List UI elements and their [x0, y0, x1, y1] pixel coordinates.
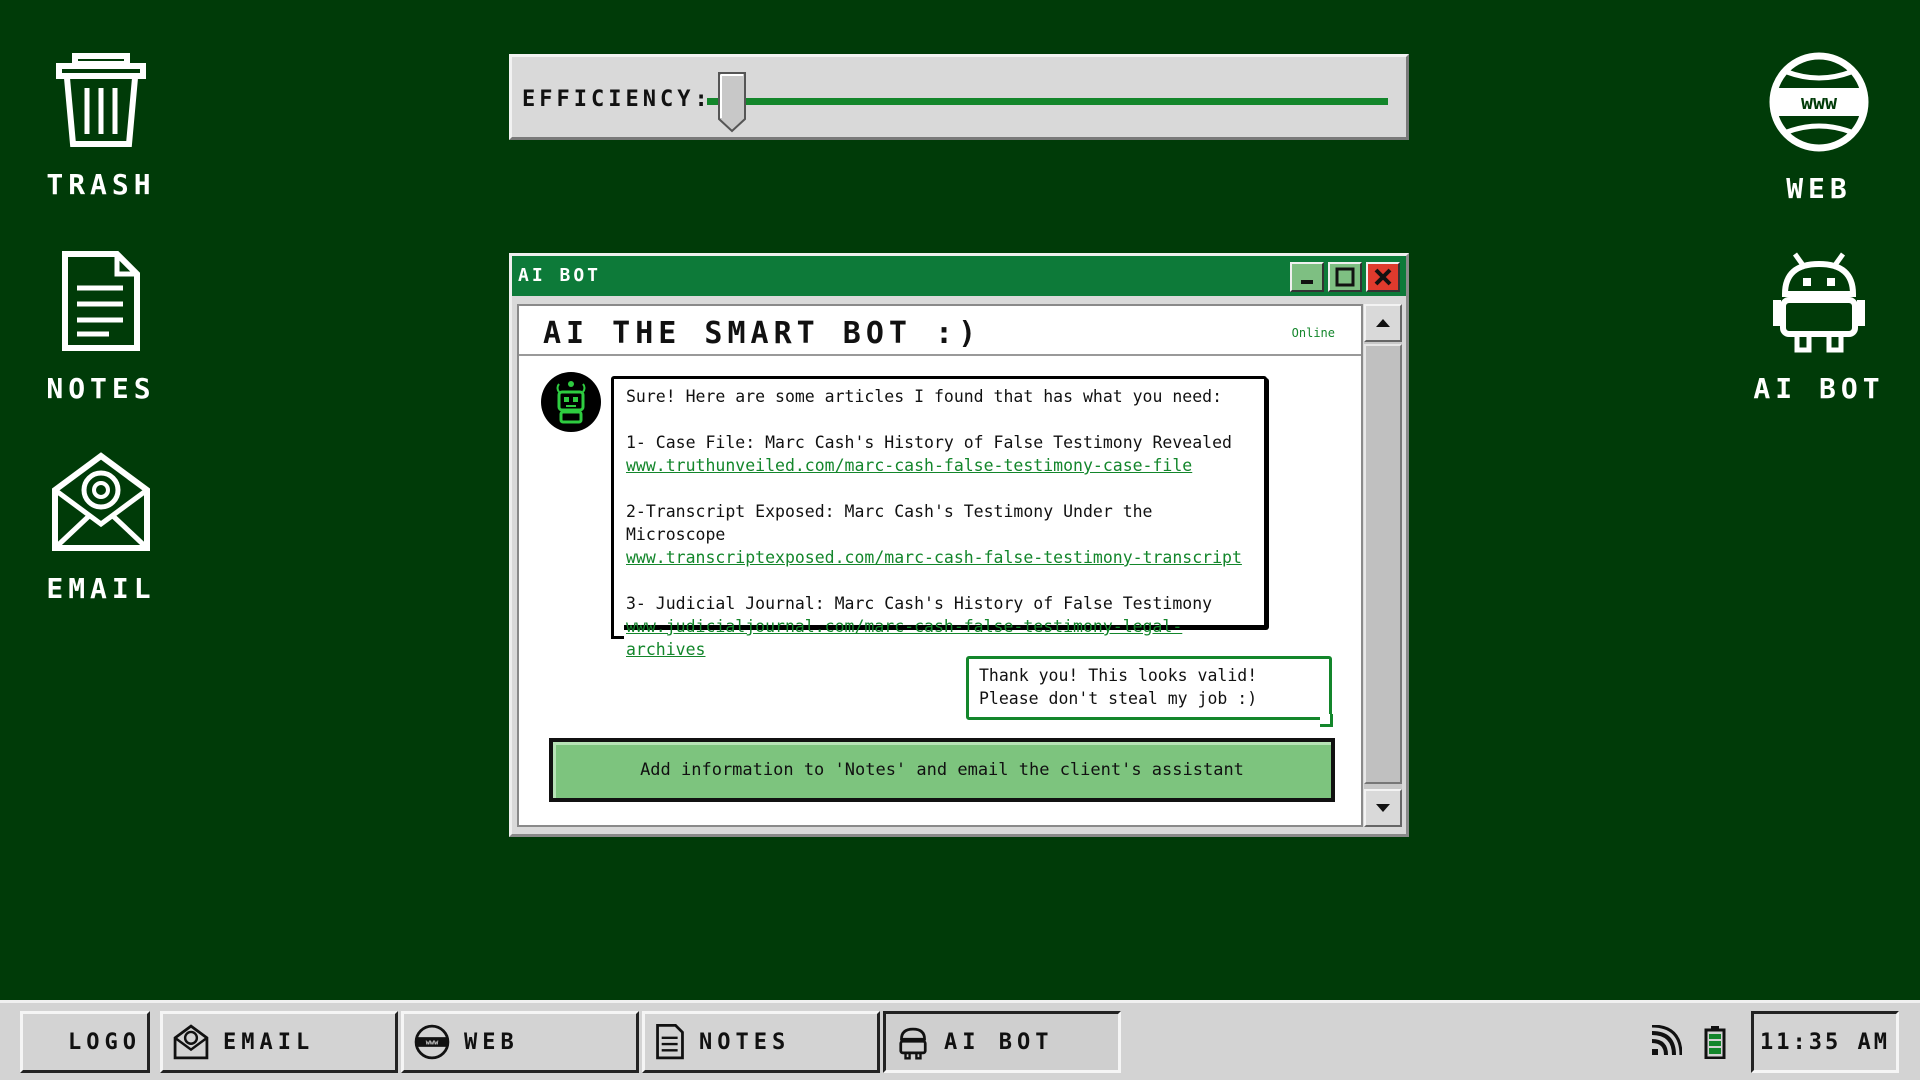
- window-title: AI BOT: [518, 265, 602, 286]
- bot-message-bubble: Sure! Here are some articles I found tha…: [611, 376, 1267, 659]
- efficiency-label: EFFICIENCY:: [522, 87, 712, 112]
- article-title: 1- Case File: Marc Cash's History of Fal…: [626, 433, 1232, 452]
- taskbar-item-email[interactable]: EMAIL: [160, 1011, 398, 1073]
- efficiency-panel: EFFICIENCY:: [509, 54, 1409, 140]
- chat-title: AI THE SMART BOT :): [543, 316, 982, 351]
- taskbar-item-label: NOTES: [699, 1029, 791, 1055]
- web-globe-icon: www: [1769, 52, 1869, 152]
- ai-bot-window: AI BOT AI THE SMART BOT :) Online Sure! …: [509, 253, 1409, 837]
- taskbar-item-label: WEB: [464, 1029, 519, 1055]
- taskbar-clock[interactable]: 11:35 AM: [1751, 1011, 1899, 1073]
- user-message-text: Thank you! This looks valid! Please don'…: [979, 666, 1258, 708]
- article-link[interactable]: www.transcriptexposed.com/marc-cash-fals…: [626, 546, 1252, 569]
- desktop-icon-label: AI BOT: [1753, 372, 1885, 405]
- start-logo-button[interactable]: LOGO: [20, 1011, 150, 1073]
- close-button[interactable]: [1366, 262, 1400, 292]
- desktop-icon-ai-bot[interactable]: AI BOT: [1739, 250, 1899, 405]
- chat-header: AI THE SMART BOT :) Online: [519, 306, 1361, 356]
- clock-time: 11:35 AM: [1760, 1029, 1890, 1055]
- chat-scrollbar[interactable]: [1364, 304, 1402, 827]
- add-to-notes-email-button[interactable]: Add information to 'Notes' and email the…: [549, 738, 1335, 802]
- email-icon: [52, 452, 150, 551]
- arrow-down-icon: [1376, 804, 1390, 812]
- action-button-label: Add information to 'Notes' and email the…: [640, 760, 1244, 780]
- desktop-icon-label: EMAIL: [46, 572, 156, 605]
- ai-bot-icon: [899, 1027, 927, 1060]
- scroll-down-button[interactable]: [1364, 789, 1402, 827]
- taskbar-item-web[interactable]: www WEB: [401, 1011, 639, 1073]
- efficiency-slider-track[interactable]: [707, 98, 1388, 105]
- notes-icon: [656, 1024, 684, 1060]
- logo-label: LOGO: [68, 1029, 141, 1055]
- desktop-icon-label: WEB: [1786, 172, 1852, 205]
- status-badge: Online: [1291, 326, 1335, 340]
- article-link[interactable]: www.truthunveiled.com/marc-cash-false-te…: [626, 454, 1252, 477]
- notes-icon: [62, 251, 140, 351]
- efficiency-slider-thumb[interactable]: [717, 71, 747, 133]
- bot-message-intro: Sure! Here are some articles I found tha…: [626, 387, 1223, 406]
- svg-text:www: www: [1801, 90, 1838, 114]
- desktop-icon-email[interactable]: EMAIL: [21, 450, 181, 605]
- robot-avatar-icon: [556, 381, 586, 424]
- article-title: 2-Transcript Exposed: Marc Cash's Testim…: [626, 502, 1153, 544]
- bot-avatar: [541, 372, 601, 432]
- arrow-up-icon: [1376, 319, 1390, 327]
- maximize-button[interactable]: [1328, 262, 1362, 292]
- desktop-icon-notes[interactable]: NOTES: [21, 250, 181, 405]
- maximize-icon: [1335, 267, 1355, 287]
- chat-area: AI THE SMART BOT :) Online Sure! Here ar…: [517, 304, 1363, 827]
- user-message-bubble: Thank you! This looks valid! Please don'…: [966, 656, 1333, 727]
- article-title: 3- Judicial Journal: Marc Cash's History…: [626, 594, 1213, 613]
- taskbar-item-ai-bot[interactable]: AI BOT: [883, 1011, 1121, 1073]
- minimize-icon: [1301, 280, 1313, 284]
- desktop-icon-label: NOTES: [46, 372, 156, 405]
- window-titlebar[interactable]: AI BOT: [512, 256, 1406, 296]
- desktop-icon-label: TRASH: [46, 168, 156, 201]
- taskbar-item-label: EMAIL: [223, 1029, 315, 1055]
- taskbar-item-label: AI BOT: [944, 1029, 1054, 1055]
- taskbar: LOGO EMAIL www WEB NOTES AI BOT 11:35 AM: [0, 1000, 1920, 1080]
- svg-text:www: www: [426, 1038, 439, 1046]
- minimize-button[interactable]: [1290, 262, 1324, 292]
- trash-icon: [56, 53, 146, 147]
- ai-bot-icon: [1773, 252, 1865, 353]
- desktop-icon-trash[interactable]: TRASH: [21, 50, 181, 201]
- scroll-up-button[interactable]: [1364, 304, 1402, 342]
- desktop-icon-web[interactable]: www WEB: [1739, 50, 1899, 205]
- article-link[interactable]: www.judicialjournal.com/marc-cash-false-…: [626, 615, 1252, 661]
- web-globe-icon: www: [414, 1024, 450, 1060]
- close-icon: [1374, 268, 1392, 286]
- taskbar-item-notes[interactable]: NOTES: [642, 1011, 880, 1073]
- scroll-thumb[interactable]: [1364, 344, 1402, 784]
- battery-icon[interactable]: [1704, 1025, 1726, 1059]
- email-icon: [173, 1024, 209, 1060]
- wifi-signal-icon[interactable]: [1650, 1025, 1682, 1057]
